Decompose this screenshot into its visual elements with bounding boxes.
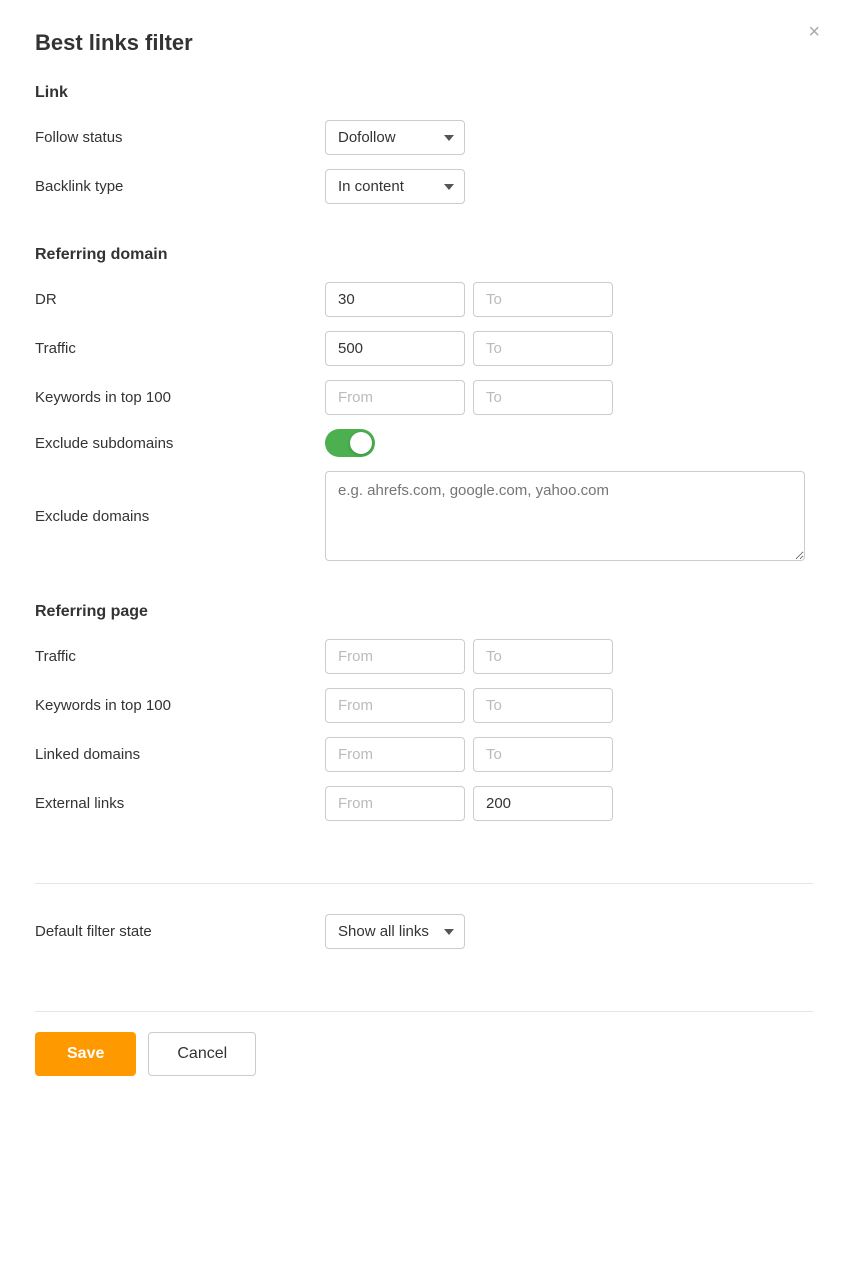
- exclude-domains-textarea[interactable]: [325, 471, 805, 561]
- rp-linked-domains-from-input[interactable]: [325, 737, 465, 772]
- rp-keywords-label: Keywords in top 100: [35, 697, 325, 714]
- follow-status-label: Follow status: [35, 129, 325, 146]
- follow-status-row: Follow status Dofollow Nofollow All: [35, 120, 813, 155]
- backlink-type-label: Backlink type: [35, 178, 325, 195]
- close-button[interactable]: ×: [808, 22, 820, 42]
- rd-dr-from-input[interactable]: [325, 282, 465, 317]
- default-filter-row: Default filter state Show all links Appl…: [35, 914, 813, 949]
- rp-linked-domains-to-input[interactable]: [473, 737, 613, 772]
- default-filter-label: Default filter state: [35, 923, 325, 940]
- rd-traffic-from-input[interactable]: [325, 331, 465, 366]
- rd-traffic-row: Traffic: [35, 331, 813, 366]
- save-button[interactable]: Save: [35, 1032, 136, 1076]
- rp-keywords-to-input[interactable]: [473, 688, 613, 723]
- cancel-button[interactable]: Cancel: [148, 1032, 256, 1076]
- link-section-title: Link: [35, 84, 813, 102]
- modal-container: × Best links filter Link Follow status D…: [0, 0, 848, 1271]
- exclude-domains-row: Exclude domains: [35, 471, 813, 561]
- modal-title: Best links filter: [35, 30, 813, 56]
- default-filter-section: Default filter state Show all links Appl…: [35, 914, 813, 983]
- default-filter-select[interactable]: Show all links Apply filter: [325, 914, 465, 949]
- referring-domain-section: Referring domain DR Traffic Keywords in …: [35, 246, 813, 575]
- exclude-subdomains-label: Exclude subdomains: [35, 435, 325, 452]
- referring-page-title: Referring page: [35, 603, 813, 621]
- exclude-subdomains-row: Exclude subdomains: [35, 429, 813, 457]
- rp-external-links-row: External links: [35, 786, 813, 821]
- rd-dr-to-input[interactable]: [473, 282, 613, 317]
- rp-keywords-from-input[interactable]: [325, 688, 465, 723]
- rd-traffic-label: Traffic: [35, 340, 325, 357]
- footer-buttons: Save Cancel: [35, 1011, 813, 1076]
- referring-page-section: Referring page Traffic Keywords in top 1…: [35, 603, 813, 835]
- rp-linked-domains-row: Linked domains: [35, 737, 813, 772]
- rd-traffic-to-input[interactable]: [473, 331, 613, 366]
- backlink-type-select[interactable]: In content Sitewide All: [325, 169, 465, 204]
- rd-keywords-label: Keywords in top 100: [35, 389, 325, 406]
- backlink-type-row: Backlink type In content Sitewide All: [35, 169, 813, 204]
- exclude-subdomains-toggle[interactable]: [325, 429, 375, 457]
- rp-traffic-row: Traffic: [35, 639, 813, 674]
- rd-keywords-to-input[interactable]: [473, 380, 613, 415]
- rp-keywords-row: Keywords in top 100: [35, 688, 813, 723]
- rp-traffic-to-input[interactable]: [473, 639, 613, 674]
- follow-status-select[interactable]: Dofollow Nofollow All: [325, 120, 465, 155]
- rp-linked-domains-label: Linked domains: [35, 746, 325, 763]
- section-divider: [35, 883, 813, 884]
- rd-dr-label: DR: [35, 291, 325, 308]
- rd-keywords-from-input[interactable]: [325, 380, 465, 415]
- rp-external-links-from-input[interactable]: [325, 786, 465, 821]
- rp-external-links-label: External links: [35, 795, 325, 812]
- exclude-domains-label: Exclude domains: [35, 508, 325, 525]
- toggle-subdomains-label[interactable]: [325, 429, 375, 457]
- rp-traffic-label: Traffic: [35, 648, 325, 665]
- link-section: Link Follow status Dofollow Nofollow All…: [35, 84, 813, 218]
- rp-external-links-to-input[interactable]: [473, 786, 613, 821]
- rd-keywords-row: Keywords in top 100: [35, 380, 813, 415]
- rd-dr-row: DR: [35, 282, 813, 317]
- referring-domain-title: Referring domain: [35, 246, 813, 264]
- rp-traffic-from-input[interactable]: [325, 639, 465, 674]
